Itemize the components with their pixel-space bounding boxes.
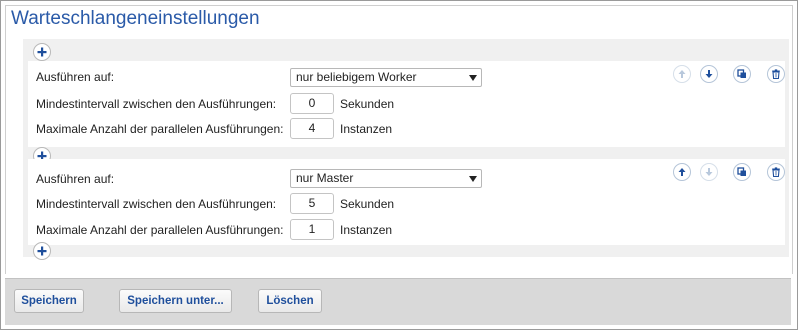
run-on-select[interactable]: nur Master — [290, 169, 482, 188]
delete-button[interactable]: Löschen — [258, 289, 322, 313]
footer-toolbar: Speichern Speichern unter... Löschen — [5, 278, 791, 325]
arrow-up-icon — [678, 70, 686, 78]
min-interval-label: Mindestintervall zwischen den Ausführung… — [36, 97, 277, 111]
queue-list: Ausführen auf: nur beliebigem Worker Min… — [23, 39, 789, 260]
min-interval-input[interactable]: 0 — [290, 93, 334, 114]
seconds-unit: Sekunden — [340, 97, 395, 111]
save-as-button[interactable]: Speichern unter... — [119, 289, 232, 313]
chevron-down-icon — [469, 176, 477, 182]
plus-icon — [37, 47, 47, 57]
queue-row: Ausführen auf: nur beliebigem Worker Min… — [28, 61, 785, 147]
trash-icon — [772, 69, 780, 79]
chevron-down-icon — [469, 75, 477, 81]
add-queue-button-top[interactable] — [33, 43, 51, 61]
page-title: Warteschlangeneinstellungen — [11, 8, 260, 29]
run-on-label: Ausführen auf: — [36, 70, 115, 84]
instances-unit: Instanzen — [340, 223, 393, 237]
instances-unit: Instanzen — [340, 122, 393, 136]
dialog-frame: Warteschlangeneinstellungen Ausführen au… — [0, 0, 798, 330]
delete-row-button[interactable] — [767, 65, 785, 83]
trash-icon — [772, 167, 780, 177]
min-interval-input[interactable]: 5 — [290, 193, 334, 214]
queue-row: Ausführen auf: nur Master Mindestinterva… — [28, 159, 785, 245]
move-up-button[interactable] — [673, 163, 691, 181]
min-interval-label: Mindestintervall zwischen den Ausführung… — [36, 197, 277, 211]
arrow-down-icon — [705, 168, 713, 176]
copy-icon — [737, 167, 746, 176]
save-button[interactable]: Speichern — [14, 289, 84, 313]
move-down-button[interactable] — [700, 65, 718, 83]
max-parallel-input[interactable]: 1 — [290, 219, 334, 240]
run-on-value: nur beliebigem Worker — [296, 70, 417, 84]
duplicate-button[interactable] — [733, 163, 751, 181]
max-parallel-label: Maximale Anzahl der parallelen Ausführun… — [36, 122, 284, 136]
add-queue-button-bottom[interactable] — [33, 242, 51, 260]
duplicate-button[interactable] — [733, 65, 751, 83]
arrow-up-icon — [678, 168, 686, 176]
queue-settings-panel: Warteschlangeneinstellungen Ausführen au… — [5, 5, 793, 274]
max-parallel-label: Maximale Anzahl der parallelen Ausführun… — [36, 223, 284, 237]
move-up-button[interactable] — [673, 65, 691, 83]
arrow-down-icon — [705, 70, 713, 78]
delete-row-button[interactable] — [767, 163, 785, 181]
run-on-value: nur Master — [296, 171, 354, 185]
run-on-select[interactable]: nur beliebigem Worker — [290, 68, 482, 87]
seconds-unit: Sekunden — [340, 197, 395, 211]
plus-icon — [37, 246, 47, 256]
max-parallel-input[interactable]: 4 — [290, 118, 334, 139]
copy-icon — [737, 69, 746, 78]
move-down-button[interactable] — [700, 163, 718, 181]
run-on-label: Ausführen auf: — [36, 172, 115, 186]
